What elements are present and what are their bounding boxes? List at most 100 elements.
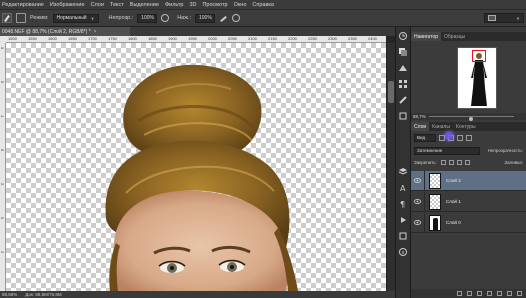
layers-footer: [411, 289, 526, 298]
color-icon[interactable]: [398, 47, 408, 57]
blend-mode-select[interactable]: Затемнение: [414, 146, 480, 155]
layer-row[interactable]: Слой 2: [411, 170, 526, 191]
type-icon[interactable]: A: [398, 183, 408, 193]
brush-tool-icon[interactable]: [2, 13, 12, 23]
menu-select[interactable]: Выделение: [130, 2, 159, 8]
lock-position-icon[interactable]: [456, 160, 462, 165]
history-icon[interactable]: [398, 31, 408, 41]
layer-thumbnail: [429, 193, 441, 210]
menu-filter[interactable]: Фильтр: [165, 2, 183, 8]
clone-source-icon[interactable]: [398, 111, 408, 121]
mode-value: Нормальный: [56, 15, 87, 21]
zoom-readout[interactable]: 88,68%: [2, 292, 17, 297]
photo-layer: [105, 64, 298, 291]
swatches-icon[interactable]: [398, 79, 408, 89]
filter-shape-icon[interactable]: [466, 134, 472, 141]
ruler-tick-label: 2350: [348, 36, 357, 41]
menu-3d[interactable]: 3D: [189, 2, 196, 8]
canvas[interactable]: [6, 43, 386, 291]
ruler-tick-label: 2050: [228, 36, 237, 41]
mode-select[interactable]: Нормальный ▼: [52, 13, 99, 23]
brush-presets-icon[interactable]: [398, 95, 408, 105]
layers-list: Слой 2 Слой 1 Слой 0: [411, 170, 526, 251]
menu-text[interactable]: Текст: [110, 2, 124, 8]
svg-text:¶: ¶: [400, 200, 405, 209]
pressure-size-icon[interactable]: [231, 14, 240, 22]
opacity-input[interactable]: 100%: [137, 13, 158, 23]
paragraph-icon[interactable]: ¶: [398, 199, 408, 209]
menu-bar: Редактирование Изображение Слои Текст Вы…: [0, 0, 526, 10]
layer-filter-row: Вид: [414, 133, 523, 142]
tab-channels[interactable]: Каналы: [429, 122, 453, 131]
lock-image-icon[interactable]: [448, 160, 454, 165]
ruler-tick-label: 0: [0, 217, 5, 220]
layer-opacity-label: Непрозрачность:: [487, 148, 523, 153]
layer-style-icon[interactable]: [467, 291, 472, 296]
ruler-tick-label: 5: [0, 149, 5, 152]
ruler-tick-label: 2300: [328, 36, 337, 41]
menu-image[interactable]: Изображение: [50, 2, 85, 8]
layer-filter-value: Вид: [417, 135, 426, 140]
ruler-tick-label: 1600: [48, 36, 57, 41]
link-layers-icon[interactable]: [457, 291, 462, 296]
ruler-tick-label: 1900: [168, 36, 177, 41]
eye-icon[interactable]: [411, 191, 425, 212]
pressure-opacity-icon[interactable]: [161, 14, 170, 22]
lock-transparent-icon[interactable]: [440, 160, 446, 165]
layer-name[interactable]: Слой 0: [446, 220, 461, 225]
tab-paths[interactable]: Контуры: [453, 122, 479, 131]
chevron-down-icon: ▼: [90, 15, 95, 21]
new-layer-icon[interactable]: [507, 291, 512, 296]
layer-thumbnail: [429, 172, 441, 189]
cursor-highlight: [445, 132, 453, 140]
ruler-tick-label: 1850: [148, 36, 157, 41]
status-bar: 88,68% Док: 68,8M/76,8M: [0, 291, 395, 298]
zoom-slider[interactable]: [429, 116, 514, 121]
tab-swatches[interactable]: Образцы: [441, 32, 468, 41]
menu-view[interactable]: Просмотр: [202, 2, 227, 8]
menu-help[interactable]: Справка: [252, 2, 274, 8]
filter-type-icon[interactable]: [457, 134, 463, 141]
lock-all-icon[interactable]: [464, 160, 470, 165]
ruler-tick-label: 2: [0, 251, 5, 254]
layer-row[interactable]: Слой 0: [411, 212, 526, 233]
layer-filter-select[interactable]: Вид: [414, 133, 436, 142]
layer-row[interactable]: Слой 1: [411, 191, 526, 212]
actions-icon[interactable]: [398, 215, 408, 225]
view-frame[interactable]: [472, 50, 486, 62]
vertical-scrollbar[interactable]: [386, 43, 395, 291]
eye-icon[interactable]: [411, 212, 425, 233]
layer-name[interactable]: Слой 1: [446, 199, 461, 204]
delete-layer-icon[interactable]: [517, 291, 522, 296]
ruler-tick-label: 1950: [188, 36, 197, 41]
adjustment-layer-icon[interactable]: [487, 291, 492, 296]
navigator-zoom-bar: 88,7%: [411, 113, 526, 121]
airbrush-icon[interactable]: [219, 14, 228, 23]
close-icon[interactable]: ×: [94, 29, 97, 35]
workspace-select[interactable]: ▼: [484, 13, 524, 23]
properties-icon[interactable]: [398, 231, 408, 241]
tab-layers[interactable]: Слои: [411, 122, 430, 131]
layer-name[interactable]: Слой 2: [446, 178, 461, 183]
adjustments-icon[interactable]: [398, 63, 408, 73]
flow-input[interactable]: 100%: [194, 13, 215, 23]
fill-label: Заливка:: [504, 160, 523, 165]
scrollbar-thumb[interactable]: [388, 81, 394, 103]
document-tab[interactable]: 0048.NEF @ 88,7% (Слой 2, RGB/8*) * ×: [0, 27, 130, 36]
eye-icon[interactable]: [411, 170, 425, 191]
navigator-zoom-value[interactable]: 88,7%: [413, 114, 426, 119]
layers-panel-icon[interactable]: [398, 167, 408, 177]
lock-label: Закрепить:: [414, 160, 437, 165]
ruler-tick-label: 2400: [368, 36, 377, 41]
tab-navigator[interactable]: Навигатор: [411, 32, 442, 41]
menu-window[interactable]: Окно: [234, 2, 247, 8]
navigator-preview[interactable]: [457, 47, 497, 109]
brush-preset-icon[interactable]: [16, 13, 26, 23]
menu-edit[interactable]: Редактирование: [2, 2, 44, 8]
ruler-tick-label: 5: [0, 47, 5, 50]
new-group-icon[interactable]: [497, 291, 502, 296]
zoom-slider-knob[interactable]: [469, 117, 473, 121]
add-mask-icon[interactable]: [477, 291, 482, 296]
menu-layers[interactable]: Слои: [91, 2, 104, 8]
info-icon[interactable]: [398, 247, 408, 257]
